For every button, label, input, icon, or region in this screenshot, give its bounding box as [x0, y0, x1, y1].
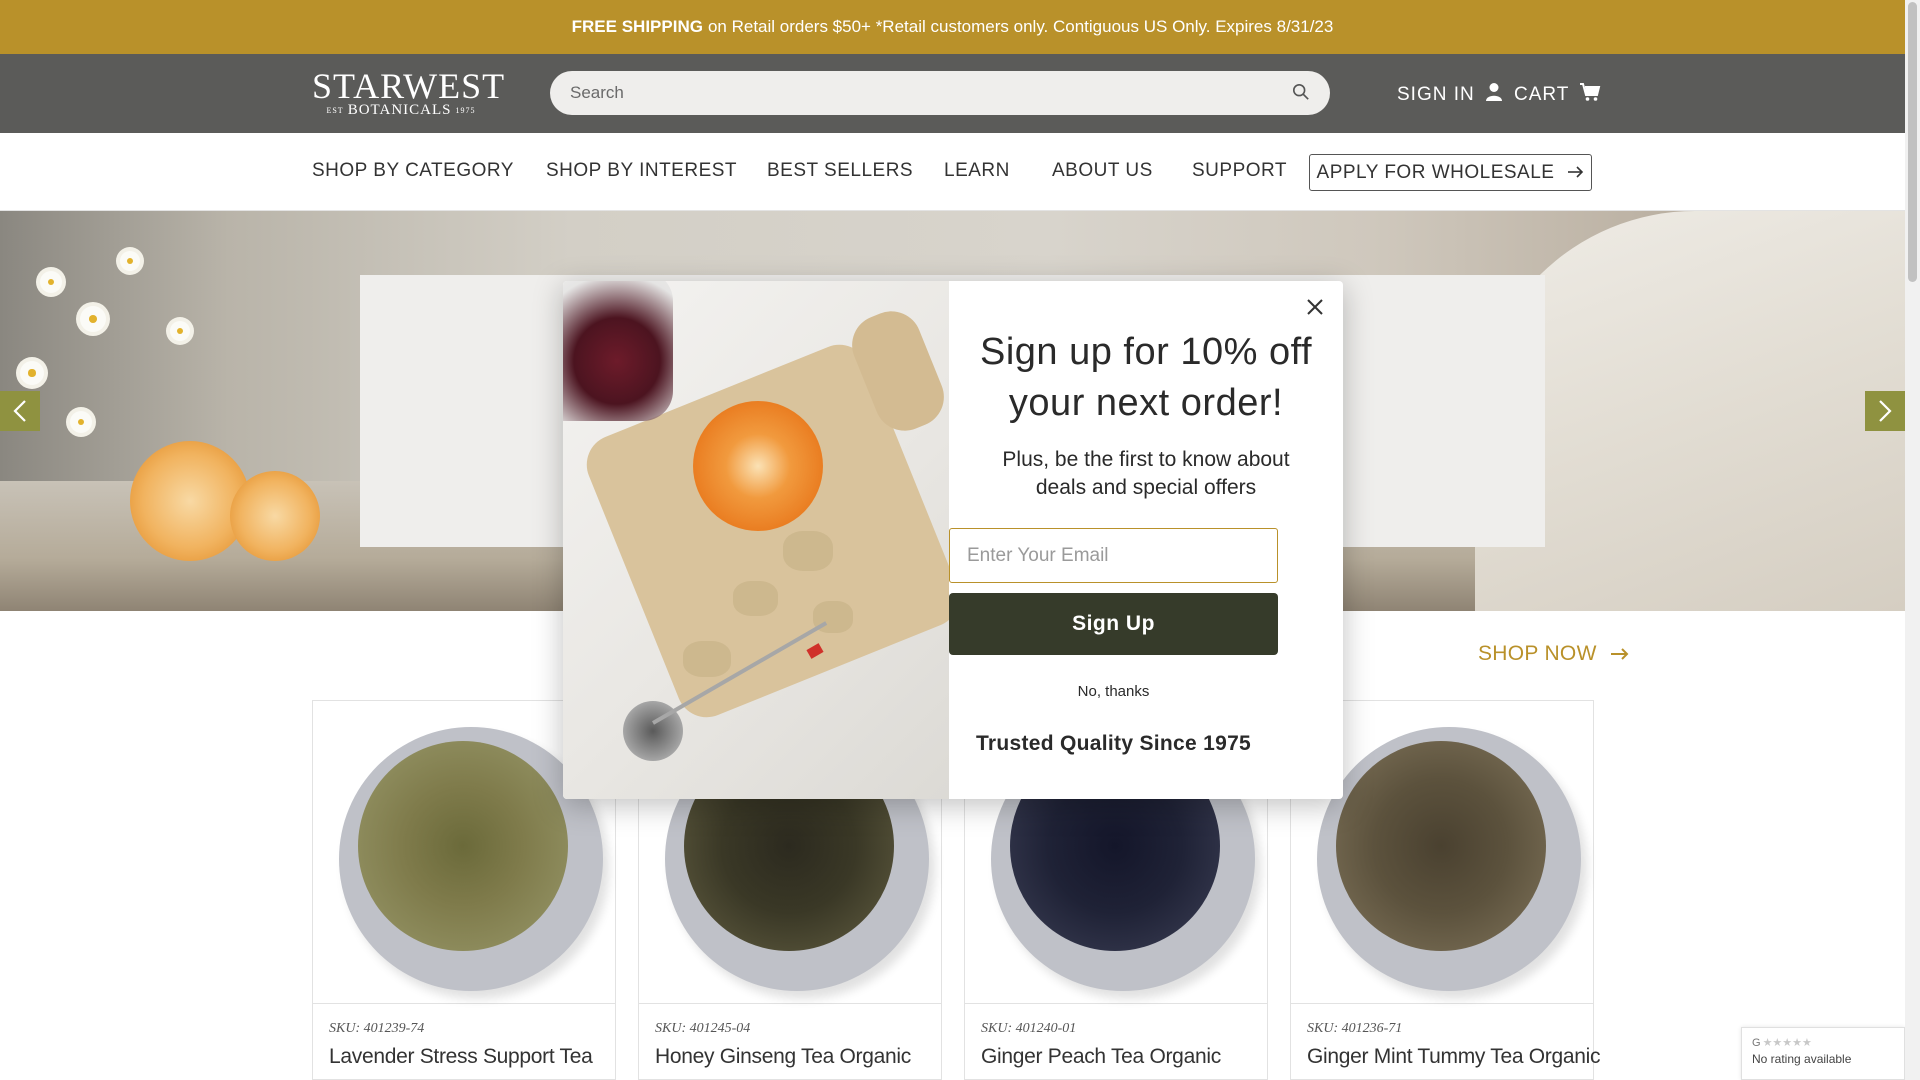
nav-about-us[interactable]: ABOUT US [1052, 160, 1153, 182]
apply-wholesale-button[interactable]: APPLY FOR WHOLESALE [1309, 154, 1592, 191]
product-herb [1336, 741, 1546, 951]
search-icon[interactable] [1292, 83, 1312, 103]
promo-text: on Retail orders $50+ *Retail customers … [707, 17, 1334, 36]
trusted-quality-text: Trusted Quality Since 1975 [975, 732, 1252, 755]
arrow-right-icon [1568, 162, 1584, 184]
site-header: STARWEST ESTBOTANICALS1975 SIGN IN CART [0, 54, 1905, 133]
signup-modal: Sign up for 10% off your next order! Plu… [563, 281, 1343, 799]
hero-flower-image [120, 251, 140, 271]
email-field[interactable] [949, 528, 1278, 583]
nav-shop-by-interest[interactable]: SHOP BY INTEREST [546, 160, 737, 182]
rating-stars: ★★★★★ [1762, 1037, 1812, 1049]
product-name[interactable]: Ginger Peach Tea Organic [981, 1045, 1221, 1069]
promo-banner: FREE SHIPPING on Retail orders $50+ *Ret… [0, 0, 1905, 54]
cart-link[interactable]: CART [1514, 82, 1601, 108]
cart-icon [1579, 82, 1601, 108]
product-name[interactable]: Ginger Mint Tummy Tea Organic [1307, 1045, 1600, 1069]
cart-label: CART [1514, 84, 1570, 105]
sign-in-label: SIGN IN [1397, 84, 1475, 105]
hero-flower-image [40, 271, 62, 293]
product-sku: SKU: 401240-01 [981, 1021, 1077, 1036]
main-nav: SHOP BY CATEGORY SHOP BY INTEREST BEST S… [0, 133, 1905, 211]
search-bar [550, 71, 1330, 115]
orange-slice-image [693, 401, 823, 531]
close-icon [1307, 299, 1323, 315]
modal-heading: Sign up for 10% off your next order! [979, 331, 1313, 424]
google-logo-icon: G [1752, 1036, 1761, 1049]
sign-in-link[interactable]: SIGN IN [1397, 82, 1503, 108]
shop-now-link[interactable]: SHOP NOW [1478, 642, 1629, 666]
rating-text: No rating available [1752, 1052, 1852, 1066]
search-input[interactable] [570, 71, 1270, 115]
hibiscus-jar-image [563, 281, 673, 421]
product-sku: SKU: 401239-74 [329, 1021, 425, 1036]
shop-now-label: SHOP NOW [1478, 642, 1597, 665]
google-rating-badge[interactable]: G ★★★★★ No rating available [1741, 1027, 1905, 1080]
nav-shop-by-category[interactable]: SHOP BY CATEGORY [312, 160, 514, 182]
chevron-right-icon [1879, 400, 1892, 422]
no-thanks-link[interactable]: No, thanks [949, 683, 1278, 700]
modal-close-button[interactable] [1301, 293, 1329, 321]
product-herb [358, 741, 568, 951]
product-sku: SKU: 401245-04 [655, 1021, 751, 1036]
page-scrollbar[interactable] [1905, 0, 1920, 1080]
ginger-image [783, 531, 833, 571]
product-sku: SKU: 401236-71 [1307, 1021, 1403, 1036]
promo-bold: FREE SHIPPING [571, 17, 703, 36]
carousel-next-button[interactable] [1865, 391, 1905, 431]
starwest-logo[interactable]: STARWEST EST BOTANICALS 1975 [312, 66, 506, 120]
logo-subtitle: EST BOTANICALS 1975 [326, 102, 476, 118]
user-icon [1485, 82, 1503, 108]
scrollbar-thumb[interactable] [1908, 2, 1917, 282]
hero-flower-image [70, 411, 92, 433]
carousel-prev-button[interactable] [0, 391, 40, 431]
wholesale-label: APPLY FOR WHOLESALE [1316, 161, 1555, 183]
nav-learn[interactable]: LEARN [944, 160, 1010, 182]
arrow-right-icon [1610, 642, 1629, 666]
hero-flower-image [80, 306, 106, 332]
modal-subheading: Plus, be the first to know about deals a… [1002, 448, 1290, 499]
sign-up-button[interactable]: Sign Up [949, 593, 1278, 655]
chevron-left-icon [13, 400, 26, 422]
ginger-image [683, 641, 731, 677]
hero-flower-image [20, 361, 44, 385]
product-name[interactable]: Lavender Stress Support Tea [329, 1045, 593, 1069]
hero-citrus-image [230, 471, 320, 561]
product-name[interactable]: Honey Ginseng Tea Organic [655, 1045, 911, 1069]
logo-wordmark: STARWEST [312, 66, 506, 106]
modal-photo [563, 281, 949, 799]
hero-flower-image [170, 321, 190, 341]
nav-support[interactable]: SUPPORT [1192, 160, 1287, 182]
rating-top: G ★★★★★ [1752, 1036, 1894, 1050]
ginger-image [733, 581, 778, 616]
nav-best-sellers[interactable]: BEST SELLERS [767, 160, 913, 182]
